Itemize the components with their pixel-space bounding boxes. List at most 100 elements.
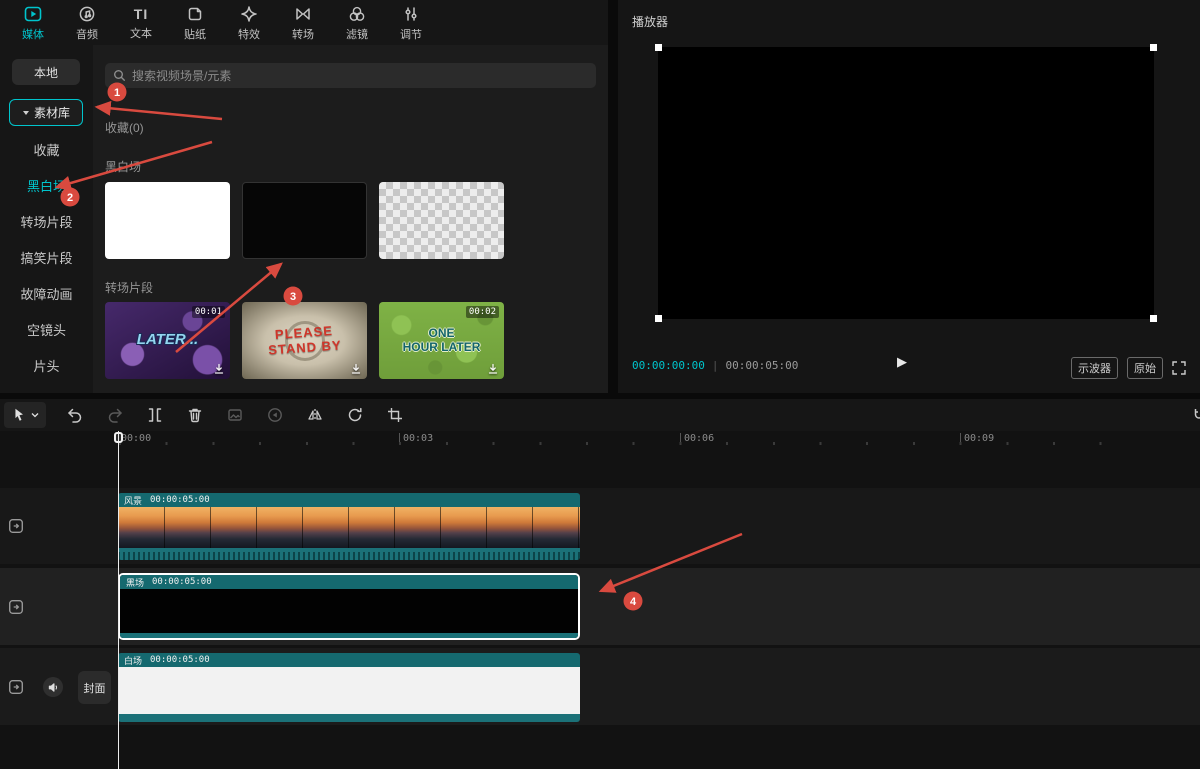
text-icon: TI (134, 5, 148, 23)
sidebar-item-favorites[interactable]: 收藏 (0, 141, 93, 161)
resize-handle-bottom-right[interactable] (1150, 315, 1157, 322)
sidebar-library-label: 素材库 (34, 104, 70, 121)
delete-button[interactable] (182, 402, 208, 428)
search-box[interactable] (105, 63, 596, 88)
transition-hour-later[interactable]: 00:02 ONEHOUR LATER (379, 302, 504, 379)
transition-stand-by-text: PLEASESTAND BY (242, 302, 367, 379)
clip-filmstrip (118, 507, 580, 548)
rotate-button[interactable] (342, 402, 368, 428)
swatch-black[interactable] (242, 182, 367, 259)
media-icon (23, 4, 43, 24)
trash-icon (186, 406, 204, 424)
track-options-button[interactable] (8, 518, 24, 534)
player-title: 播放器 (632, 13, 668, 30)
timeline-clip-white[interactable]: 白场 00:00:05:00 (118, 653, 580, 722)
resize-handle-top-right[interactable] (1150, 44, 1157, 51)
original-button[interactable]: 原始 (1127, 357, 1163, 379)
nav-filter[interactable]: 滤镜 (330, 3, 384, 43)
search-input[interactable] (132, 69, 588, 83)
ruler-mark: 00:03 (399, 433, 433, 444)
fullscreen-icon[interactable] (1172, 361, 1186, 375)
playhead[interactable] (114, 432, 123, 443)
current-time: 00:00:00:00 (632, 359, 705, 372)
reverse-icon (266, 406, 284, 424)
audio-icon (77, 4, 97, 24)
sidebar-item-glitch[interactable]: 故障动画 (0, 285, 93, 305)
nav-audio-label: 音频 (76, 26, 98, 42)
swatch-white[interactable] (105, 182, 230, 259)
nav-effects[interactable]: 特效 (222, 3, 276, 43)
sidebar-item-transitions[interactable]: 转场片段 (0, 213, 93, 233)
nav-media[interactable]: 媒体 (6, 3, 60, 43)
download-icon[interactable] (487, 363, 499, 375)
download-icon[interactable] (213, 363, 225, 375)
time-separator: | (712, 359, 719, 372)
nav-adjust-label: 调节 (400, 26, 422, 42)
sidebar-item-black-white[interactable]: 黑白场 (0, 177, 93, 197)
cover-button[interactable]: 封面 (78, 671, 111, 704)
transition-icon (293, 4, 313, 24)
track-options-button[interactable] (8, 599, 24, 615)
search-icon (113, 69, 126, 82)
time-ruler[interactable]: 00:00 00:03 00:06 00:09 (0, 431, 1200, 447)
ruler-mark: 00:00 (121, 433, 151, 444)
timeline-toolbar (0, 399, 1200, 431)
transition-later-text: LATER... (105, 302, 230, 379)
scope-button[interactable]: 示波器 (1071, 357, 1118, 379)
clip-header: 白场 00:00:05:00 (118, 653, 580, 667)
clip-header: 黑场 00:00:05:00 (120, 575, 578, 589)
crop-icon (386, 406, 404, 424)
timeline-clip-black-selected[interactable]: 黑场 00:00:05:00 (118, 573, 580, 640)
speaker-icon (48, 682, 59, 693)
sidebar-item-empty-shots[interactable]: 空镜头 (0, 321, 93, 341)
undo-button[interactable] (62, 402, 88, 428)
sidebar-local-button[interactable]: 本地 (12, 59, 80, 85)
play-button[interactable]: ▶ (897, 354, 907, 370)
reverse-button[interactable] (262, 402, 288, 428)
nav-text-label: 文本 (130, 25, 152, 41)
player-panel: 播放器 00:00:00:00 | 00:00:05:00 ▶ 示波器 原始 (618, 0, 1200, 393)
total-time: 00:00:05:00 (725, 359, 798, 372)
nav-audio[interactable]: 音频 (60, 3, 114, 43)
resize-handle-top-left[interactable] (655, 44, 662, 51)
transition-later[interactable]: 00:01 LATER... (105, 302, 230, 379)
swatch-transparent[interactable] (379, 182, 504, 259)
time-display: 00:00:00:00 | 00:00:05:00 (632, 359, 798, 372)
mirror-icon (306, 406, 324, 424)
split-button[interactable] (142, 402, 168, 428)
ruler-mark: 00:06 (680, 433, 714, 444)
resize-handle-bottom-left[interactable] (655, 315, 662, 322)
select-tool-button[interactable] (4, 402, 46, 428)
nav-adjust[interactable]: 调节 (384, 3, 438, 43)
crop-button[interactable] (382, 402, 408, 428)
material-library-panel: 收藏(0) 黑白场 转场片段 00:01 LATER... PLEASESTAN… (93, 45, 608, 393)
nav-filter-label: 滤镜 (346, 26, 368, 42)
nav-text[interactable]: TI 文本 (114, 3, 168, 43)
sidebar-item-intro[interactable]: 片头 (0, 357, 93, 377)
nav-sticker[interactable]: 贴纸 (168, 3, 222, 43)
timeline-clip-landscape[interactable]: 风景 00:00:05:00 (118, 493, 580, 560)
preview-canvas[interactable] (658, 47, 1154, 319)
clip-duration: 00:00:05:00 (152, 577, 212, 587)
sidebar-item-funny[interactable]: 搞笑片段 (0, 249, 93, 269)
clip-duration: 00:00:05:00 (150, 655, 210, 665)
clip-name: 风景 (124, 494, 142, 507)
snap-button[interactable] (1186, 402, 1200, 428)
library-sidebar: 本地 素材库 收藏 黑白场 转场片段 搞笑片段 故障动画 空镜头 片头 (0, 45, 93, 393)
clip-bottom-strip (118, 714, 580, 722)
split-icon (146, 406, 164, 424)
freeze-frame-button[interactable] (222, 402, 248, 428)
nav-transition[interactable]: 转场 (276, 3, 330, 43)
nav-media-label: 媒体 (22, 26, 44, 42)
track-options-button[interactable] (8, 679, 24, 695)
black-white-row (105, 182, 504, 259)
clip-name: 白场 (124, 654, 142, 667)
sidebar-library-button[interactable]: 素材库 (9, 99, 83, 126)
playhead-line (118, 431, 119, 769)
audio-toggle-button[interactable] (43, 677, 63, 697)
ruler-mark: 00:09 (960, 433, 994, 444)
transition-stand-by[interactable]: PLEASESTAND BY (242, 302, 367, 379)
transitions-row: 00:01 LATER... PLEASESTAND BY 00:02 ONEH… (105, 302, 504, 379)
mirror-button[interactable] (302, 402, 328, 428)
redo-button[interactable] (102, 402, 128, 428)
